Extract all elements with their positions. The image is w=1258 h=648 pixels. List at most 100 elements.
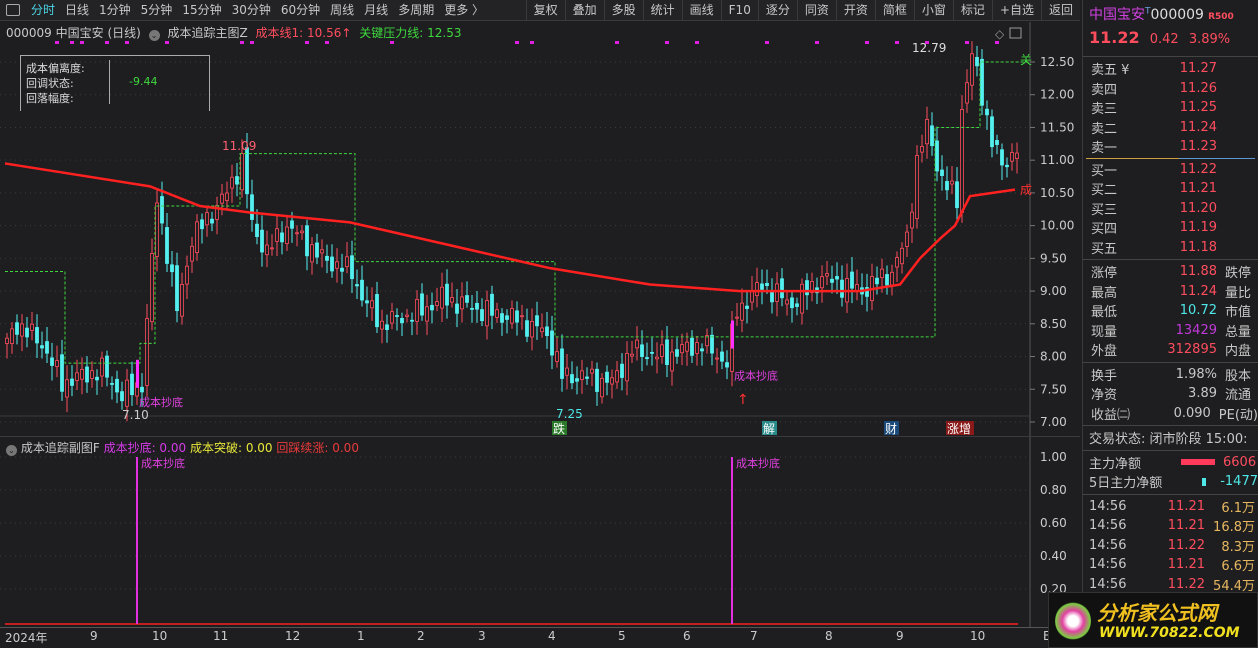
asks-row: 卖四 11.26 xyxy=(1083,79,1258,99)
candle-body xyxy=(780,278,784,299)
signal-marker xyxy=(390,41,394,44)
tick-price: 11.22 xyxy=(1167,576,1205,592)
period-tab-3[interactable]: 5分钟 xyxy=(136,0,178,21)
toolbar-button-1[interactable]: 叠加 xyxy=(564,0,604,21)
candle-body xyxy=(1000,149,1004,166)
toolbar-button-6[interactable]: 逐分 xyxy=(757,0,797,21)
toolbar-button-2[interactable]: 多股 xyxy=(603,0,643,21)
signal-marker xyxy=(250,41,254,44)
period-tab-0[interactable]: 分时 xyxy=(26,0,60,21)
candle-body xyxy=(885,274,889,286)
candle-body xyxy=(940,169,944,176)
candle-body xyxy=(385,324,389,330)
candle-body xyxy=(465,295,469,303)
candle-body xyxy=(60,354,64,392)
period-tab-2[interactable]: 1分钟 xyxy=(94,0,136,21)
candle-body xyxy=(975,56,979,67)
toolbar-button-13[interactable]: 返回 xyxy=(1040,0,1080,21)
candle-body xyxy=(170,264,174,273)
y-tick-label: 9.50 xyxy=(1040,251,1067,265)
y-tick-label: 7.00 xyxy=(1040,415,1067,429)
candle-body xyxy=(765,282,769,287)
candle-body xyxy=(330,256,334,272)
period-tab-1[interactable]: 日线 xyxy=(60,0,94,21)
candle-body xyxy=(920,146,924,153)
signal-marker xyxy=(240,41,244,44)
sub-indicator-name[interactable]: 成本追踪副图F xyxy=(21,441,100,455)
candle-body xyxy=(265,244,269,256)
sub-chart[interactable]: 1.00 0.80 0.60 0.40 0.20 成本抄底 成本抄底 ⌄ 成本追踪副图F 成… xyxy=(0,436,1080,629)
candle-body xyxy=(430,304,434,311)
price-change: 0.42 xyxy=(1149,32,1179,47)
period-tab-10[interactable]: 更多 〉 xyxy=(439,0,489,21)
sub-indicator-chart[interactable]: 1.000.800.600.400.20成本抄底 成本抄底 xyxy=(0,437,1080,629)
candle-body xyxy=(740,302,744,321)
candle-body xyxy=(785,299,789,305)
toolbar-button-4[interactable]: 画线 xyxy=(681,0,721,21)
toolbar-button-0[interactable]: 复权 xyxy=(525,0,565,21)
toolbar-button-10[interactable]: 小窗 xyxy=(913,0,953,21)
y-tick-label: 7.50 xyxy=(1040,382,1067,396)
candle-body xyxy=(295,232,299,235)
indicator-name[interactable]: 成本追踪主图Z xyxy=(167,26,247,40)
asks-row: 卖一 11.23 xyxy=(1083,137,1258,157)
toolbar-button-11[interactable]: 标记 xyxy=(952,0,992,21)
row-value: 11.24 xyxy=(1179,283,1217,299)
candle-body xyxy=(760,283,764,290)
period-tab-5[interactable]: 30分钟 xyxy=(227,0,276,21)
candle-body xyxy=(350,255,354,280)
period-tab-8[interactable]: 月线 xyxy=(359,0,393,21)
toolbar-button-9[interactable]: 简框 xyxy=(874,0,914,21)
candle-body xyxy=(110,383,114,385)
candle-body xyxy=(570,374,574,384)
toolbar-button-7[interactable]: 同资 xyxy=(796,0,836,21)
price-change-pct: 3.89% xyxy=(1188,32,1231,47)
candle-body xyxy=(875,277,879,285)
flow-value: 6606 xyxy=(1223,454,1257,470)
candle-body xyxy=(950,180,954,185)
flower-logo-icon xyxy=(1055,601,1091,641)
toolbar-button-12[interactable]: +自选 xyxy=(991,0,1041,21)
candle-body xyxy=(415,299,419,322)
row-label-right: 市值 xyxy=(1225,305,1252,321)
toolbar-button-8[interactable]: 开资 xyxy=(835,0,875,21)
candle-body xyxy=(45,341,49,354)
collapse-icon[interactable]: ⌄ xyxy=(148,30,160,41)
sub-chart-title: ⌄ 成本追踪副图F 成本抄底: 0.00 成本突破: 0.00 回踩续涨: 0.… xyxy=(6,439,359,456)
bids-row: 买五 11.18 xyxy=(1083,238,1258,258)
row-label: 买五 xyxy=(1091,241,1118,257)
period-tab-7[interactable]: 周线 xyxy=(325,0,359,21)
main-chart[interactable]: 12.50 12.00 11.50 11.00 10.50 10.00 9.50 9.00 8.… xyxy=(0,22,1080,436)
period-tab-6[interactable]: 60分钟 xyxy=(276,0,325,21)
toolbar-button-5[interactable]: F10 xyxy=(720,0,758,21)
candle-body xyxy=(905,231,909,247)
stats-row: 现量 13429 总量 xyxy=(1083,321,1258,341)
candle-body xyxy=(545,326,549,337)
candle-body xyxy=(400,318,404,324)
bids-row: 买四 11.19 xyxy=(1083,218,1258,238)
candle-body xyxy=(65,379,69,398)
stats-row: 外盘 312895 内盘 xyxy=(1083,340,1258,360)
candle-body xyxy=(605,371,609,383)
cost-line-value: 成本线1: 10.56↑ xyxy=(255,26,352,40)
candle-body xyxy=(535,315,539,327)
stock-header: 中国宝安T000009 R500 xyxy=(1089,6,1234,23)
candle-body xyxy=(165,227,169,264)
collapse-icon[interactable]: ⌄ xyxy=(6,445,17,456)
candle-body xyxy=(420,293,424,316)
stock-label: 000009 中国宝安 (日线) xyxy=(6,26,141,40)
candle-body xyxy=(900,247,904,265)
candle-body xyxy=(445,283,449,306)
candle-body xyxy=(695,342,699,354)
period-tab-9[interactable]: 多周期 xyxy=(393,0,439,21)
date-label: 2 xyxy=(417,629,425,643)
signal-marker xyxy=(55,41,59,44)
candle-body xyxy=(275,228,279,242)
candle-body xyxy=(525,320,529,337)
tick-price: 11.21 xyxy=(1167,557,1205,573)
period-tab-4[interactable]: 15分钟 xyxy=(177,0,226,21)
candle-body xyxy=(285,226,289,244)
sidebar-toggle-icon[interactable] xyxy=(6,4,20,16)
tick-time: 14:56 xyxy=(1089,537,1127,553)
toolbar-button-3[interactable]: 统计 xyxy=(642,0,682,21)
